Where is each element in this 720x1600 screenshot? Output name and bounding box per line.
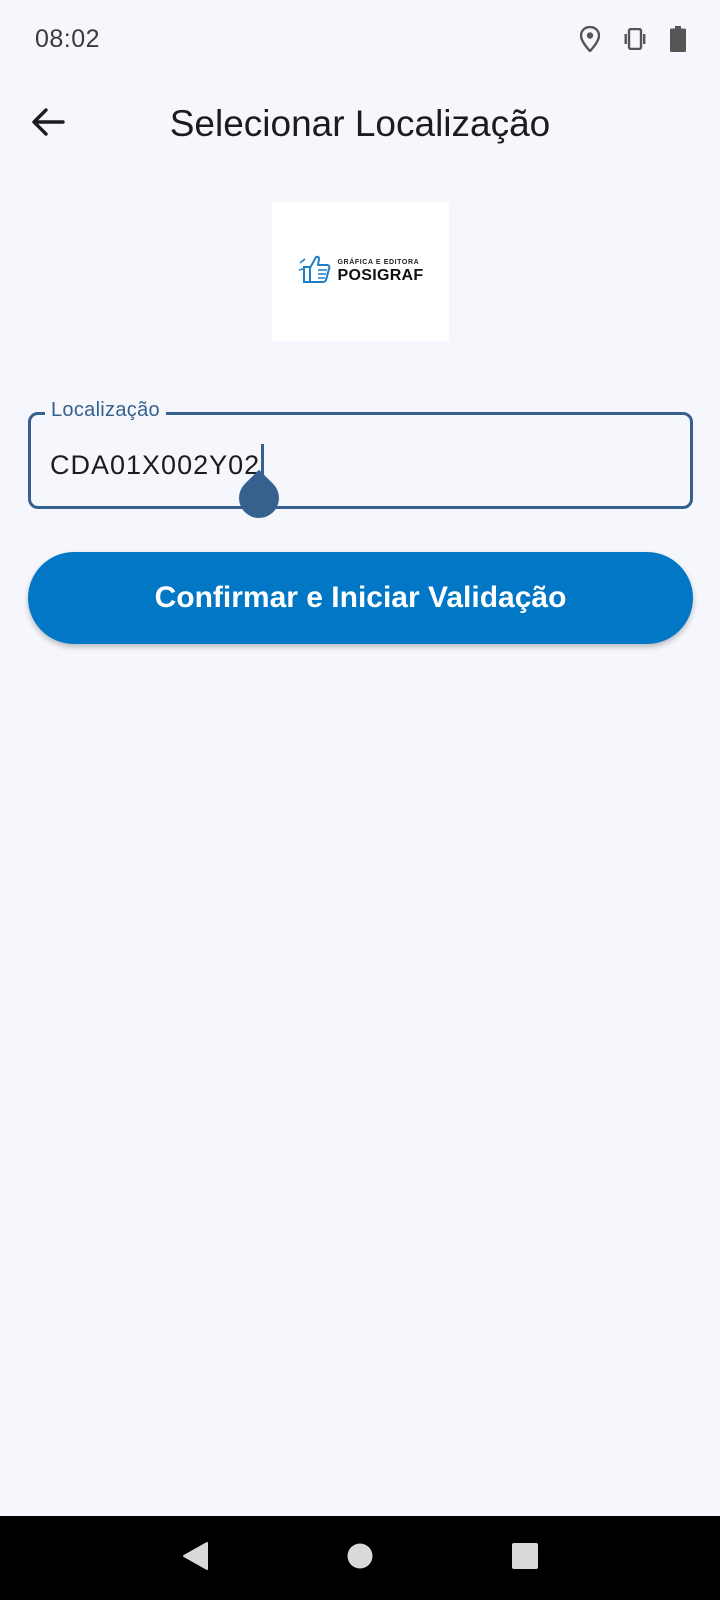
location-input[interactable]: Localização CDA01X002Y02 <box>28 399 693 509</box>
location-field-label: Localização <box>45 399 166 422</box>
battery-icon <box>670 26 686 52</box>
recents-square-icon <box>511 1542 539 1575</box>
logo-brand: POSIGRAF <box>337 267 424 284</box>
vibrate-icon <box>622 28 648 50</box>
confirm-validation-button[interactable]: Confirmar e Iniciar Validação <box>28 552 693 644</box>
home-circle-icon <box>346 1542 374 1575</box>
location-icon <box>580 26 600 52</box>
location-field-value[interactable]: CDA01X002Y02 <box>50 450 260 481</box>
system-nav-bar <box>0 1516 720 1600</box>
nav-back-button[interactable] <box>165 1528 225 1588</box>
status-time: 08:02 <box>35 24 101 53</box>
logo-tagline: GRÁFICA E EDITORA <box>337 259 420 266</box>
back-triangle-icon <box>181 1541 209 1576</box>
thumbs-up-icon <box>298 253 332 290</box>
location-field-value-wrap[interactable]: CDA01X002Y02 <box>50 444 265 486</box>
status-icons <box>580 26 686 52</box>
app-bar: Selecionar Localização <box>0 88 720 160</box>
back-button[interactable] <box>22 98 74 150</box>
page-title: Selecionar Localização <box>169 103 551 144</box>
nav-home-button[interactable] <box>330 1528 390 1588</box>
nav-recents-button[interactable] <box>495 1528 555 1588</box>
posigraf-logo: GRÁFICA E EDITORA POSIGRAF <box>272 202 449 341</box>
status-bar: 08:02 <box>0 0 720 78</box>
arrow-left-icon <box>31 107 65 142</box>
